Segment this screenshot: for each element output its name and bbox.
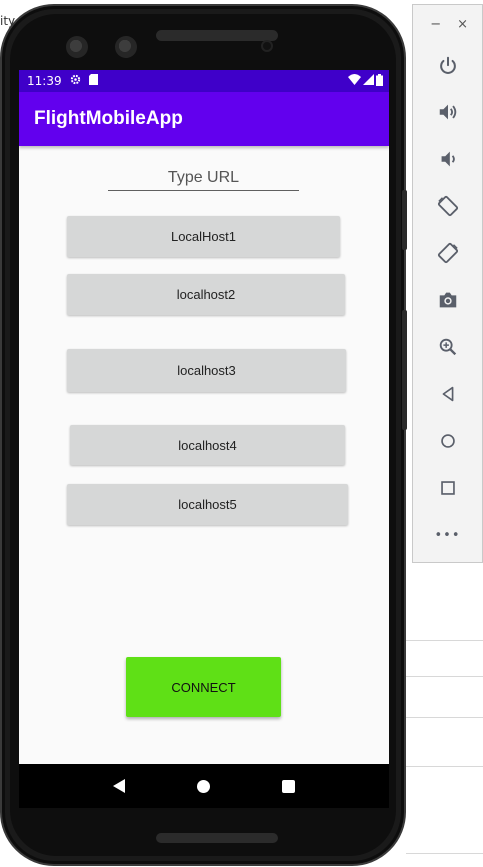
back-icon[interactable] bbox=[113, 779, 125, 793]
rotate-left-icon[interactable] bbox=[413, 192, 482, 220]
more-icon[interactable]: ••• bbox=[413, 521, 482, 549]
camera-icon[interactable] bbox=[413, 286, 482, 314]
localhost2-button[interactable]: localhost2 bbox=[67, 274, 345, 315]
recents-icon[interactable] bbox=[282, 779, 295, 793]
more-icon-label: ••• bbox=[434, 527, 461, 543]
background-divider bbox=[406, 676, 483, 677]
volume-down-icon[interactable] bbox=[413, 145, 482, 173]
localhost4-button[interactable]: localhost4 bbox=[70, 425, 345, 465]
proximity-sensor-icon bbox=[261, 40, 273, 52]
stage: ity 11:39 FlightMobileApp Type URL Local… bbox=[0, 0, 483, 867]
device-screen: 11:39 FlightMobileApp Type URL LocalHost… bbox=[19, 70, 389, 808]
zoom-icon[interactable] bbox=[413, 333, 482, 361]
close-button[interactable]: × bbox=[457, 17, 468, 32]
bottom-speaker bbox=[156, 833, 278, 843]
front-sensor-icon bbox=[115, 36, 137, 58]
power-side-button[interactable] bbox=[402, 190, 407, 250]
background-divider bbox=[406, 766, 483, 767]
localhost4-button-label: localhost4 bbox=[178, 437, 237, 453]
app-bar: FlightMobileApp bbox=[19, 92, 389, 146]
localhost3-button[interactable]: localhost3 bbox=[67, 349, 346, 392]
url-input[interactable] bbox=[108, 165, 299, 191]
gear-icon bbox=[70, 74, 81, 88]
localhost2-button-label: localhost2 bbox=[176, 287, 236, 302]
connect-button-label: CONNECT bbox=[171, 679, 236, 695]
app-title: FlightMobileApp bbox=[34, 108, 183, 129]
status-bar: 11:39 bbox=[19, 70, 389, 92]
home-icon[interactable] bbox=[413, 427, 482, 455]
localhost1-button-label: LocalHost1 bbox=[170, 229, 237, 244]
localhost5-button[interactable]: localhost5 bbox=[67, 484, 348, 525]
localhost3-button-label: localhost3 bbox=[177, 363, 236, 378]
minimize-button[interactable]: − bbox=[430, 17, 441, 32]
toolbar-window-controls: − × bbox=[413, 5, 482, 32]
sd-card-icon bbox=[88, 74, 98, 88]
front-camera-icon bbox=[66, 36, 88, 58]
volume-side-button[interactable] bbox=[402, 310, 407, 430]
power-icon[interactable] bbox=[413, 52, 482, 80]
rotate-right-icon[interactable] bbox=[413, 239, 482, 267]
background-divider bbox=[406, 640, 483, 641]
signal-icon bbox=[363, 74, 374, 88]
emulator-toolbar: − × ••• bbox=[412, 4, 483, 563]
home-icon[interactable] bbox=[197, 779, 210, 793]
background-divider bbox=[406, 717, 483, 718]
localhost5-button-label: localhost5 bbox=[178, 497, 237, 512]
overview-icon[interactable] bbox=[413, 474, 482, 502]
navigation-bar bbox=[19, 764, 389, 808]
status-icons bbox=[348, 73, 383, 89]
localhost1-button[interactable]: LocalHost1 bbox=[67, 216, 340, 257]
battery-icon bbox=[376, 73, 383, 89]
top-speaker bbox=[156, 30, 278, 41]
connect-button[interactable]: CONNECT bbox=[126, 657, 281, 717]
wifi-icon bbox=[348, 74, 361, 88]
status-time: 11:39 bbox=[27, 74, 62, 88]
back-icon[interactable] bbox=[413, 380, 482, 408]
background-divider bbox=[406, 853, 483, 854]
volume-up-icon[interactable] bbox=[413, 98, 482, 126]
